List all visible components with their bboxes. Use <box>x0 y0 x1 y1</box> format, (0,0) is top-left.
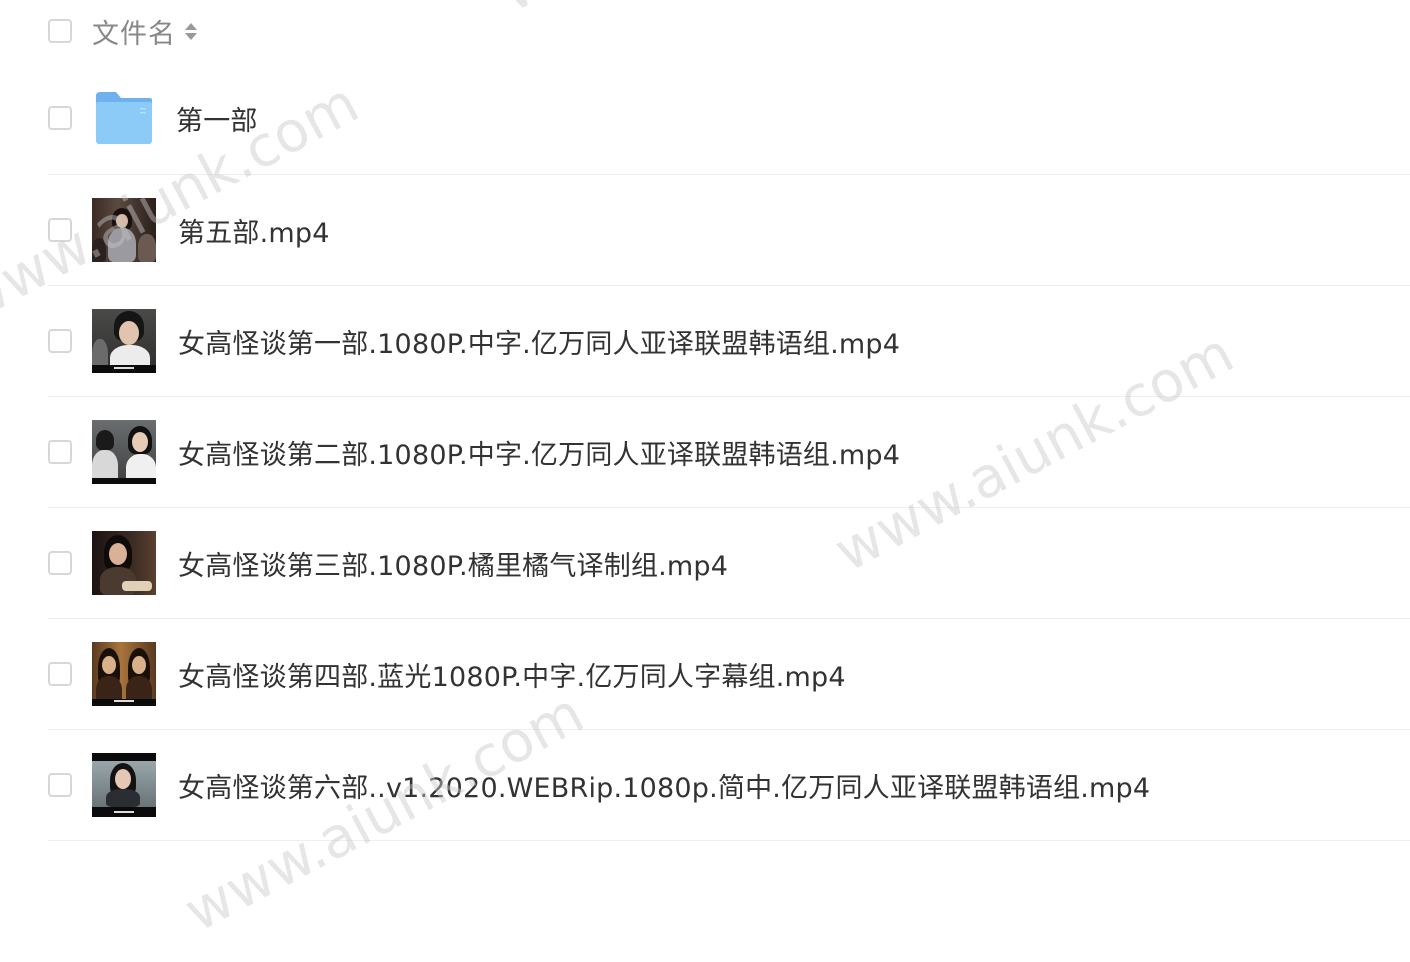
file-name[interactable]: 第一部 <box>176 99 258 138</box>
list-item-video[interactable]: 女高怪谈第二部.1080P.中字.亿万同人亚译联盟韩语组.mp4 <box>48 397 1410 508</box>
row-checkbox[interactable] <box>48 218 72 242</box>
file-name[interactable]: 女高怪谈第一部.1080P.中字.亿万同人亚译联盟韩语组.mp4 <box>178 322 900 361</box>
list-item-video[interactable]: 女高怪谈第三部.1080P.橘里橘气译制组.mp4 <box>48 508 1410 619</box>
row-checkbox[interactable] <box>48 440 72 464</box>
list-item-video[interactable]: 女高怪谈第六部..v1.2020.WEBRip.1080p.简中.亿万同人亚译联… <box>48 730 1410 841</box>
row-checkbox[interactable] <box>48 106 72 130</box>
sort-updown-icon[interactable] <box>184 19 198 43</box>
row-checkbox[interactable] <box>48 329 72 353</box>
video-thumbnail <box>92 642 156 706</box>
file-name[interactable]: 女高怪谈第二部.1080P.中字.亿万同人亚译联盟韩语组.mp4 <box>178 433 900 472</box>
row-checkbox[interactable] <box>48 662 72 686</box>
file-name[interactable]: 第五部.mp4 <box>178 211 330 250</box>
video-thumbnail <box>92 309 156 373</box>
video-thumbnail <box>92 420 156 484</box>
list-header: 文件名 <box>48 0 1410 62</box>
file-name[interactable]: 女高怪谈第四部.蓝光1080P.中字.亿万同人字幕组.mp4 <box>178 655 846 694</box>
video-thumbnail <box>92 753 156 817</box>
row-checkbox[interactable] <box>48 551 72 575</box>
video-thumbnail <box>92 198 156 262</box>
file-name[interactable]: 女高怪谈第三部.1080P.橘里橘气译制组.mp4 <box>178 544 728 583</box>
folder-icon <box>94 90 154 146</box>
row-checkbox[interactable] <box>48 773 72 797</box>
select-all-checkbox[interactable] <box>48 19 72 43</box>
file-list: 文件名 第一部 第五部.mp4 女高怪谈第一部.1080P.中字.亿万同人亚译联… <box>48 0 1410 841</box>
filename-column-header[interactable]: 文件名 <box>92 12 176 51</box>
list-item-folder[interactable]: 第一部 <box>48 62 1410 175</box>
file-name[interactable]: 女高怪谈第六部..v1.2020.WEBRip.1080p.简中.亿万同人亚译联… <box>178 766 1150 805</box>
list-item-video[interactable]: 女高怪谈第一部.1080P.中字.亿万同人亚译联盟韩语组.mp4 <box>48 286 1410 397</box>
list-item-video[interactable]: 女高怪谈第四部.蓝光1080P.中字.亿万同人字幕组.mp4 <box>48 619 1410 730</box>
list-item-video[interactable]: 第五部.mp4 <box>48 175 1410 286</box>
video-thumbnail <box>92 531 156 595</box>
